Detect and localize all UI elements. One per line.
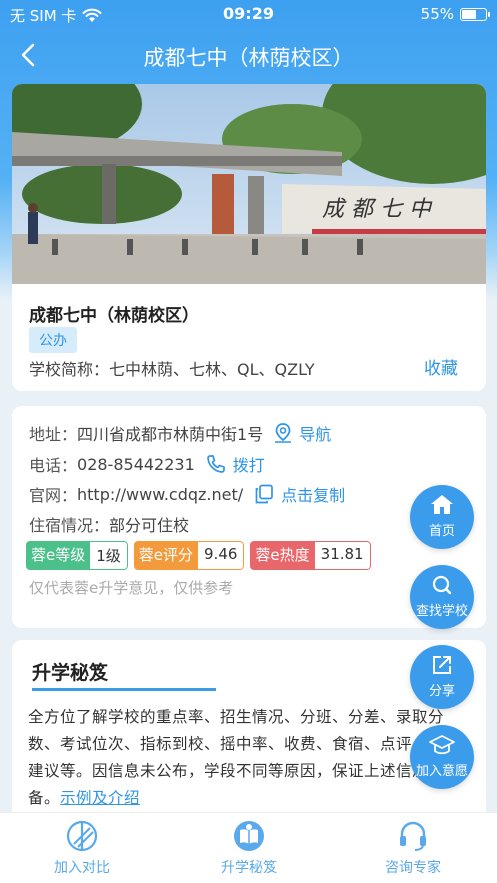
guide-title: 升学秘笈 bbox=[32, 662, 109, 684]
address-row: 地址： 四川省成都市林荫中街1号 导航 bbox=[29, 421, 331, 445]
phone-icon bbox=[206, 455, 225, 473]
navigate-button[interactable]: 导航 bbox=[273, 421, 331, 445]
svg-text:成 都 七 中: 成 都 七 中 bbox=[322, 197, 433, 222]
school-abbreviation: 学校简称：七中林荫、七林、QL、QZLY bbox=[29, 360, 315, 379]
guide-example-link[interactable]: 示例及介绍 bbox=[60, 789, 140, 807]
rating-heat: 蓉e热度 31.81 bbox=[250, 541, 371, 570]
navigate-label: 导航 bbox=[299, 425, 332, 444]
battery-icon bbox=[460, 7, 490, 21]
school-name: 成都七中（林荫校区） bbox=[29, 306, 199, 326]
school-gate-photo[interactable]: 成 都 七 中 bbox=[12, 84, 486, 284]
rating-score-value: 9.46 bbox=[198, 541, 245, 570]
status-bar: 无 SIM 卡 09:29 55% bbox=[0, 0, 497, 30]
rating-level: 蓉e等级 1级 bbox=[26, 541, 128, 570]
headset-icon bbox=[400, 821, 426, 851]
find-school-fab-label: 查找学校 bbox=[415, 604, 468, 619]
guide-body: 全方位了解学校的重点率、招生情况、分班、分差、录取分数、考试位次、指标到校、摇中… bbox=[28, 704, 468, 812]
call-label: 拨打 bbox=[232, 456, 265, 475]
rating-score: 蓉e评分 9.46 bbox=[133, 541, 245, 570]
website-label: 官网： bbox=[29, 486, 78, 505]
phone-row: 电话： 028-85442231 拨打 bbox=[29, 452, 265, 476]
address-label: 地址： bbox=[29, 425, 78, 444]
rating-heat-key: 蓉e热度 bbox=[250, 541, 315, 570]
location-pin-icon bbox=[275, 423, 292, 443]
home-icon bbox=[431, 495, 453, 514]
guide-title-underline bbox=[32, 688, 216, 691]
tab-guide[interactable]: 升学秘笈 bbox=[189, 819, 309, 877]
copy-icon bbox=[255, 484, 274, 504]
tab-expert[interactable]: 咨询专家 bbox=[353, 819, 473, 877]
rating-heat-value: 31.81 bbox=[314, 541, 371, 570]
address-value: 四川省成都市林荫中街1号 bbox=[77, 425, 264, 444]
rating-level-value: 1级 bbox=[90, 541, 128, 570]
website-row: 官网： http://www.cdqz.net/ 点击复制 bbox=[29, 482, 345, 506]
tab-compare-label: 加入对比 bbox=[54, 860, 110, 876]
tab-guide-label: 升学秘笈 bbox=[221, 860, 277, 876]
ratings-disclaimer: 仅代表蓉e升学意见，仅供参考 bbox=[29, 579, 234, 597]
tab-expert-label: 咨询专家 bbox=[385, 860, 441, 876]
ratings-row: 蓉e等级 1级 蓉e评分 9.46 蓉e热度 31.81 bbox=[26, 541, 371, 570]
share-fab[interactable]: 分享 bbox=[410, 645, 474, 709]
nav-bar: 成都七中（林荫校区） bbox=[0, 30, 497, 82]
phone-label: 电话： bbox=[29, 456, 78, 475]
copy-button[interactable]: 点击复制 bbox=[253, 482, 345, 506]
add-wish-fab[interactable]: 加入意愿 bbox=[410, 725, 474, 789]
home-fab[interactable]: 首页 bbox=[410, 485, 474, 549]
home-fab-label: 首页 bbox=[428, 524, 455, 539]
tab-compare[interactable]: 加入对比 bbox=[22, 819, 142, 877]
call-button[interactable]: 拨打 bbox=[205, 452, 265, 476]
page-title: 成都七中（林荫校区） bbox=[143, 46, 354, 70]
graduation-cap-icon bbox=[429, 735, 455, 755]
battery-percent: 55% bbox=[420, 5, 454, 23]
battery: 55% bbox=[420, 5, 490, 23]
search-icon bbox=[432, 575, 452, 595]
add-wish-fab-label: 加入意愿 bbox=[415, 764, 468, 779]
find-school-fab[interactable]: 查找学校 bbox=[410, 565, 474, 629]
school-summary-card: 成 都 七 中 成都七中（林荫校区） 公办 学校简称：七中林荫、七林、QL、QZ… bbox=[12, 84, 486, 391]
compare-icon bbox=[66, 820, 98, 852]
boarding-row: 住宿情况： 部分可住校 bbox=[29, 512, 189, 536]
book-icon bbox=[234, 821, 264, 851]
share-icon bbox=[433, 656, 451, 674]
boarding-label: 住宿情况： bbox=[29, 516, 110, 535]
rating-level-key: 蓉e等级 bbox=[26, 541, 91, 570]
copy-label: 点击复制 bbox=[281, 486, 346, 505]
collect-button[interactable]: 收藏 bbox=[424, 354, 458, 379]
rating-score-key: 蓉e评分 bbox=[133, 541, 199, 570]
phone-value: 028-85442231 bbox=[77, 454, 195, 474]
school-type-badge: 公办 bbox=[29, 327, 77, 353]
bottom-tab-bar: 加入对比 升学秘笈 咨询专家 bbox=[0, 812, 497, 883]
boarding-value: 部分可住校 bbox=[109, 516, 190, 535]
share-fab-label: 分享 bbox=[428, 684, 455, 699]
website-value: http://www.cdqz.net/ bbox=[77, 484, 244, 504]
